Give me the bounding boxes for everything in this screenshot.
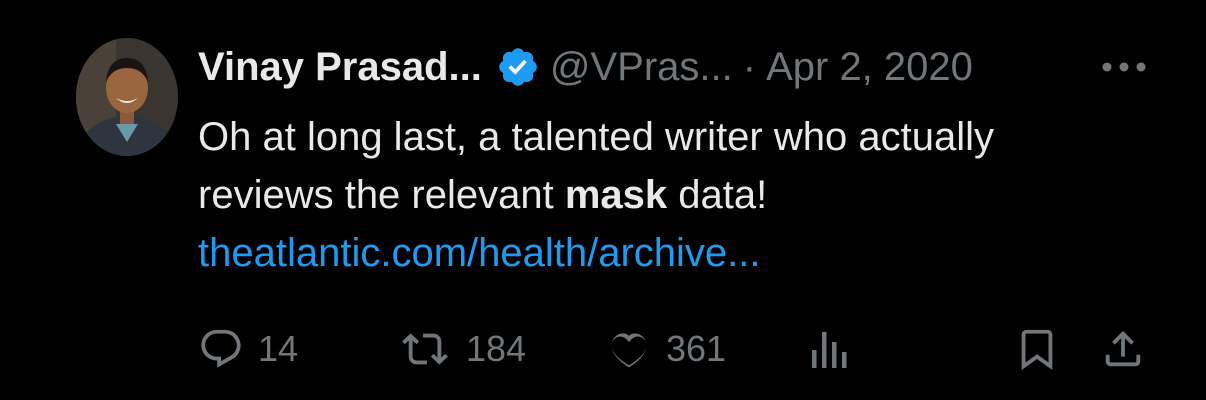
tweet-text: Oh at long last, a talented writer who a… bbox=[198, 108, 1178, 282]
reply-count: 14 bbox=[258, 328, 299, 369]
reply-button[interactable]: 14 bbox=[198, 326, 298, 372]
text-segment: data! bbox=[667, 173, 768, 217]
share-button[interactable] bbox=[1100, 326, 1146, 372]
retweet-icon bbox=[402, 333, 448, 365]
more-icon[interactable] bbox=[1098, 52, 1150, 82]
tweet-header: Vinay Prasad... @VPras... · Apr 2, 2020 bbox=[198, 42, 973, 92]
article-link[interactable]: theatlantic.com/health/archive... bbox=[198, 224, 1178, 282]
tweet[interactable]: Vinay Prasad... @VPras... · Apr 2, 2020 … bbox=[0, 0, 1206, 400]
views-icon bbox=[812, 332, 847, 368]
like-button[interactable]: 361 bbox=[606, 326, 726, 372]
verified-badge-icon[interactable] bbox=[496, 45, 540, 89]
tweet-text-line-2: reviews the relevant mask data! bbox=[198, 166, 1178, 224]
retweet-count: 184 bbox=[466, 328, 527, 369]
like-icon bbox=[611, 333, 647, 368]
author-handle[interactable]: @VPras... bbox=[550, 45, 733, 90]
bookmark-icon bbox=[1021, 329, 1053, 370]
author-name[interactable]: Vinay Prasad... bbox=[198, 45, 482, 90]
like-count: 361 bbox=[666, 328, 727, 369]
views-button[interactable] bbox=[808, 326, 854, 372]
bookmark-button[interactable] bbox=[1014, 326, 1060, 372]
avatar[interactable] bbox=[76, 38, 178, 156]
separator-dot: · bbox=[742, 44, 757, 89]
tweet-date[interactable]: Apr 2, 2020 bbox=[766, 45, 973, 90]
share-icon bbox=[1105, 330, 1141, 367]
tweet-text-line-1: Oh at long last, a talented writer who a… bbox=[198, 115, 994, 159]
highlighted-word: mask bbox=[564, 173, 668, 217]
text-segment: reviews the relevant bbox=[198, 173, 565, 217]
retweet-button[interactable]: 184 bbox=[398, 326, 526, 372]
reply-icon bbox=[201, 329, 241, 368]
